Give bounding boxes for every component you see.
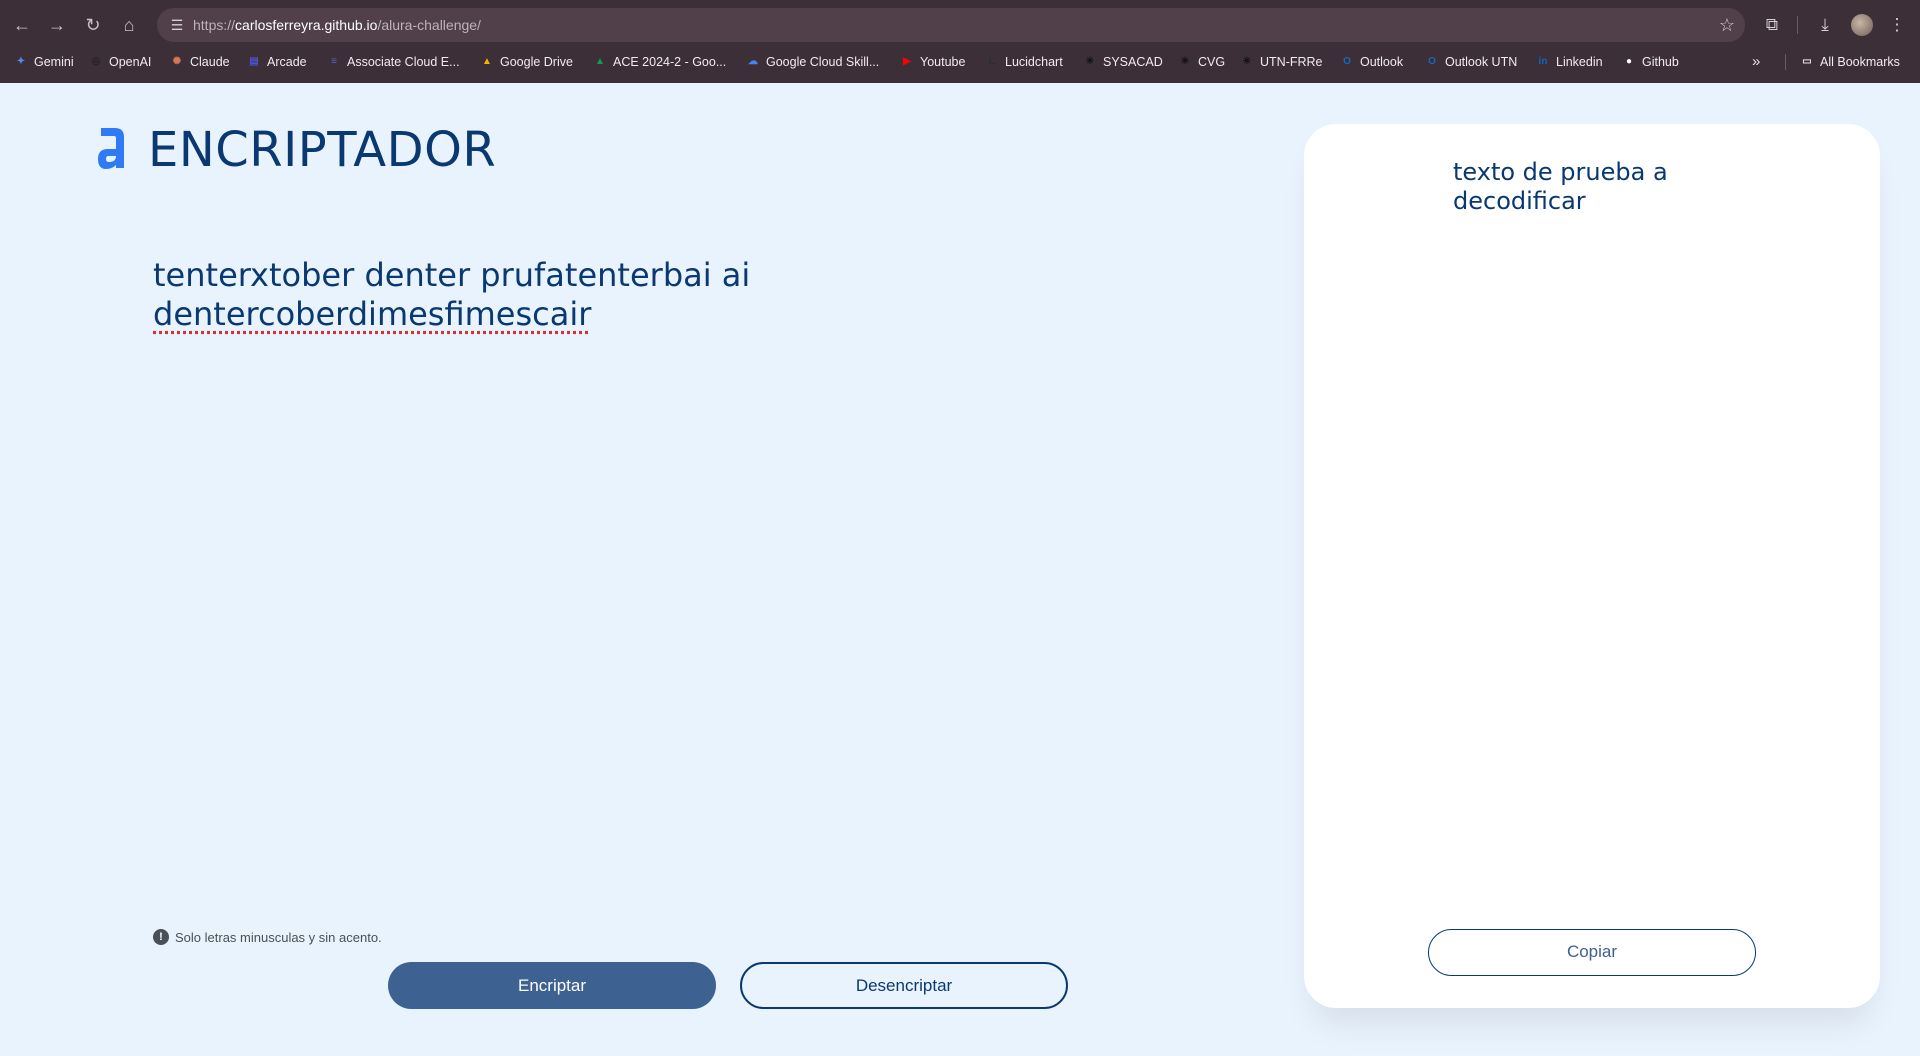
input-line-2: dentercoberdimesfimescair (153, 295, 592, 333)
outlook-icon: O (1428, 56, 1436, 67)
bookmark-item[interactable]: ✳ SYSACAD (1083, 50, 1163, 74)
site-settings-icon[interactable]: ☰ (167, 15, 187, 35)
address-bar[interactable]: ☰ https://carlosferreyra.github.io/alura… (157, 8, 1745, 42)
copy-button[interactable]: Copiar (1428, 929, 1756, 976)
bookmark-item[interactable]: L Lucidchart (985, 50, 1063, 74)
input-hint: ! Solo letras minusculas y sin acento. (153, 927, 382, 947)
forward-arrow-icon[interactable]: → (45, 13, 69, 37)
utn-icon: ✳ (1085, 56, 1095, 67)
bookmark-item[interactable]: ▲ Google Drive (480, 50, 573, 74)
extensions-icon[interactable]: ⧉ (1759, 12, 1785, 38)
bookmark-item[interactable]: ● Github (1622, 50, 1679, 74)
bookmark-item[interactable]: ☁ Google Cloud Skill... (746, 50, 879, 74)
list-icon: ≡ (331, 56, 337, 67)
encrypt-button[interactable]: Encriptar (388, 962, 716, 1009)
output-text: texto de prueba a decodificar (1453, 158, 1668, 215)
hint-text: Solo letras minusculas y sin acento. (175, 929, 382, 945)
bookmark-label: UTN-FRRe (1260, 55, 1323, 69)
bookmark-label: Google Drive (500, 55, 573, 69)
utn-icon: ✳ (1180, 56, 1190, 67)
all-bookmarks-label: All Bookmarks (1820, 55, 1900, 69)
bookmark-label: Outlook UTN (1445, 55, 1518, 69)
bookmarks-bar: ✦ Gemini ◎ OpenAI ✺ Claude ▤ Arcade ≡ Associate C… (0, 50, 1920, 83)
bookmark-label: OpenAI (109, 55, 152, 69)
claude-icon: ✺ (172, 56, 182, 67)
drive-icon: ▲ (595, 56, 605, 67)
toolbar-divider (1797, 16, 1798, 34)
bookmark-label: Claude (190, 55, 230, 69)
bookmark-item[interactable]: ✦ Gemini (14, 50, 74, 74)
openai-icon: ◎ (91, 56, 101, 67)
bookmark-item[interactable]: ▲ ACE 2024-2 - Goo... (593, 50, 726, 74)
bookmark-label: ACE 2024-2 - Goo... (613, 55, 727, 69)
bookmark-label: Github (1642, 55, 1679, 69)
bookmark-label: Gemini (34, 55, 74, 69)
browser-chrome: ← → ↻ ⌂ ☰ https://carlosferreyra.github.… (0, 0, 1920, 83)
more-bookmarks-icon[interactable]: » (1752, 50, 1760, 74)
browser-toolbar: ← → ↻ ⌂ ☰ https://carlosferreyra.github.… (0, 0, 1920, 50)
input-line-1: tenterxtober denter prufatenterbai ai (153, 256, 751, 294)
bookmark-item[interactable]: ≡ Associate Cloud E... (327, 50, 460, 74)
url-text[interactable]: https://carlosferreyra.github.io/alura-c… (193, 8, 481, 42)
back-arrow-icon[interactable]: ← (10, 13, 34, 37)
github-icon: ● (1625, 56, 1633, 67)
bookmark-label: CVG (1198, 55, 1226, 69)
bookmark-item[interactable]: in Linkedin (1536, 50, 1603, 74)
brand-title: ENCRIPTADOR (148, 122, 497, 178)
bookmark-label: Youtube (920, 55, 966, 69)
utn-icon: ✳ (1242, 56, 1252, 67)
reload-icon[interactable]: ↻ (81, 13, 105, 37)
gemini-icon: ✦ (16, 56, 26, 67)
cloud-icon: ☁ (748, 56, 758, 67)
bookmark-label: Linkedin (1556, 55, 1603, 69)
message-input[interactable]: tenterxtober denter prufatenterbai ai de… (153, 256, 813, 334)
bookmark-item[interactable]: O Outlook UTN (1425, 50, 1517, 74)
home-icon[interactable]: ⌂ (117, 13, 141, 37)
youtube-icon: ▶ (903, 56, 911, 67)
bookmark-label: Lucidchart (1005, 55, 1063, 69)
folder-icon: ▭ (1802, 56, 1812, 67)
profile-avatar[interactable] (1851, 14, 1873, 36)
output-panel: texto de prueba a decodificar Copiar (1304, 124, 1880, 1008)
bookmark-label: Outlook (1360, 55, 1404, 69)
alura-logo-icon (98, 128, 124, 169)
bookmark-item[interactable]: O Outlook (1340, 50, 1403, 74)
arcade-icon: ▤ (249, 56, 259, 67)
decrypt-button[interactable]: Desencriptar (740, 962, 1068, 1009)
bookmark-label: Arcade (267, 55, 307, 69)
bookmark-label: SYSACAD (1103, 55, 1163, 69)
info-icon: ! (153, 929, 169, 945)
bookmark-item[interactable]: ▤ Arcade (247, 50, 307, 74)
bookmark-item[interactable]: ✳ UTN-FRRe (1240, 50, 1323, 74)
bookmark-star-icon[interactable]: ☆ (1719, 14, 1735, 36)
drive-icon: ▲ (482, 56, 492, 67)
bookmark-item[interactable]: ✳ CVG (1178, 50, 1225, 74)
bookmark-label: Associate Cloud E... (347, 55, 460, 69)
download-icon[interactable]: ⤓ (1812, 12, 1838, 38)
bookmark-label: Google Cloud Skill... (766, 55, 880, 69)
all-bookmarks-folder[interactable]: ▭ All Bookmarks (1800, 50, 1900, 74)
menu-kebab-icon[interactable]: ⋮ (1884, 12, 1910, 38)
linkedin-icon: in (1538, 56, 1548, 67)
outlook-icon: O (1343, 56, 1351, 67)
bookmark-item[interactable]: ◎ OpenAI (89, 50, 152, 74)
bookmark-item[interactable]: ▶ Youtube (900, 50, 965, 74)
bookmarks-divider (1785, 54, 1786, 70)
bookmark-item[interactable]: ✺ Claude (170, 50, 230, 74)
lucidchart-icon: L (988, 56, 996, 67)
